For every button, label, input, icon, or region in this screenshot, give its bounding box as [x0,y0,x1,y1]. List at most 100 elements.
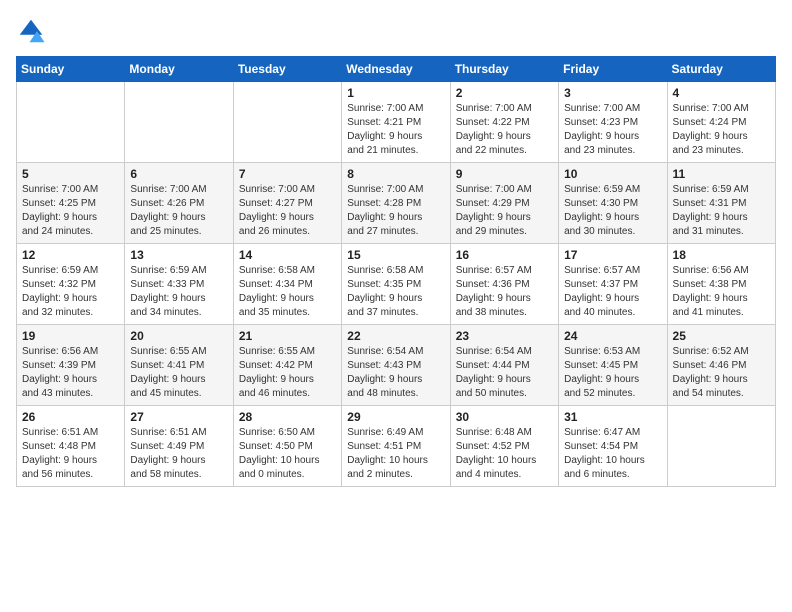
day-header-tuesday: Tuesday [233,57,341,82]
day-info: Sunrise: 7:00 AM Sunset: 4:23 PM Dayligh… [564,102,661,158]
day-info: Sunrise: 6:54 AM Sunset: 4:43 PM Dayligh… [347,345,444,401]
day-number: 23 [456,329,553,343]
day-header-friday: Friday [559,57,667,82]
day-info: Sunrise: 7:00 AM Sunset: 4:26 PM Dayligh… [130,183,227,239]
day-number: 11 [673,167,770,181]
logo-icon [16,16,46,46]
calendar-cell: 11 Sunrise: 6:59 AM Sunset: 4:31 PM Dayli… [667,163,775,244]
week-row-2: 5 Sunrise: 7:00 AM Sunset: 4:25 PM Daylig… [17,163,776,244]
calendar-cell: 4 Sunrise: 7:00 AM Sunset: 4:24 PM Daylig… [667,82,775,163]
day-number: 18 [673,248,770,262]
calendar-cell: 1 Sunrise: 7:00 AM Sunset: 4:21 PM Daylig… [342,82,450,163]
day-number: 22 [347,329,444,343]
day-info: Sunrise: 6:59 AM Sunset: 4:32 PM Dayligh… [22,264,119,320]
calendar-cell: 24Sunrise: 6:53 AM Sunset: 4:45 PM Dayli… [559,325,667,406]
logo [16,16,50,46]
day-number: 13 [130,248,227,262]
calendar-cell [667,406,775,487]
calendar-cell: 26 Sunrise: 6:51 AM Sunset: 4:48 PM Dayli… [17,406,125,487]
day-info: Sunrise: 7:00 AM Sunset: 4:22 PM Dayligh… [456,102,553,158]
day-info: Sunrise: 6:59 AM Sunset: 4:30 PM Dayligh… [564,183,661,239]
day-header-thursday: Thursday [450,57,558,82]
calendar-cell [125,82,233,163]
day-info: Sunrise: 6:51 AM Sunset: 4:48 PM Dayligh… [22,426,119,482]
week-row-3: 12 Sunrise: 6:59 AM Sunset: 4:32 PM Dayli… [17,244,776,325]
day-number: 19 [22,329,119,343]
day-number: 26 [22,410,119,424]
calendar-cell: 22 Sunrise: 6:54 AM Sunset: 4:43 PM Dayli… [342,325,450,406]
day-number: 30 [456,410,553,424]
day-number: 4 [673,86,770,100]
day-number: 5 [22,167,119,181]
day-number: 31 [564,410,661,424]
day-number: 2 [456,86,553,100]
calendar-cell: 16Sunrise: 6:57 AM Sunset: 4:36 PM Dayli… [450,244,558,325]
day-info: Sunrise: 6:57 AM Sunset: 4:37 PM Dayligh… [564,264,661,320]
calendar-cell: 27Sunrise: 6:51 AM Sunset: 4:49 PM Dayli… [125,406,233,487]
calendar-cell: 3 Sunrise: 7:00 AM Sunset: 4:23 PM Daylig… [559,82,667,163]
day-info: Sunrise: 6:51 AM Sunset: 4:49 PM Dayligh… [130,426,227,482]
day-number: 21 [239,329,336,343]
day-number: 6 [130,167,227,181]
day-info: Sunrise: 6:56 AM Sunset: 4:38 PM Dayligh… [673,264,770,320]
calendar: SundayMondayTuesdayWednesdayThursdayFrid… [16,56,776,487]
calendar-cell: 23 Sunrise: 6:54 AM Sunset: 4:44 PM Dayli… [450,325,558,406]
day-number: 7 [239,167,336,181]
week-row-5: 26 Sunrise: 6:51 AM Sunset: 4:48 PM Dayli… [17,406,776,487]
day-info: Sunrise: 7:00 AM Sunset: 4:21 PM Dayligh… [347,102,444,158]
calendar-header-row: SundayMondayTuesdayWednesdayThursdayFrid… [17,57,776,82]
calendar-cell: 28 Sunrise: 6:50 AM Sunset: 4:50 PM Dayli… [233,406,341,487]
day-number: 28 [239,410,336,424]
day-info: Sunrise: 6:57 AM Sunset: 4:36 PM Dayligh… [456,264,553,320]
day-number: 1 [347,86,444,100]
day-info: Sunrise: 6:58 AM Sunset: 4:34 PM Dayligh… [239,264,336,320]
calendar-cell: 30 Sunrise: 6:48 AM Sunset: 4:52 PM Dayli… [450,406,558,487]
week-row-1: 1 Sunrise: 7:00 AM Sunset: 4:21 PM Daylig… [17,82,776,163]
calendar-cell: 18 Sunrise: 6:56 AM Sunset: 4:38 PM Dayli… [667,244,775,325]
day-header-saturday: Saturday [667,57,775,82]
day-info: Sunrise: 6:55 AM Sunset: 4:41 PM Dayligh… [130,345,227,401]
day-info: Sunrise: 7:00 AM Sunset: 4:24 PM Dayligh… [673,102,770,158]
day-info: Sunrise: 6:52 AM Sunset: 4:46 PM Dayligh… [673,345,770,401]
week-row-4: 19Sunrise: 6:56 AM Sunset: 4:39 PM Dayli… [17,325,776,406]
calendar-cell: 7 Sunrise: 7:00 AM Sunset: 4:27 PM Daylig… [233,163,341,244]
day-info: Sunrise: 6:55 AM Sunset: 4:42 PM Dayligh… [239,345,336,401]
day-number: 8 [347,167,444,181]
day-info: Sunrise: 6:59 AM Sunset: 4:33 PM Dayligh… [130,264,227,320]
calendar-cell: 9 Sunrise: 7:00 AM Sunset: 4:29 PM Daylig… [450,163,558,244]
calendar-cell: 13 Sunrise: 6:59 AM Sunset: 4:33 PM Dayli… [125,244,233,325]
day-info: Sunrise: 6:48 AM Sunset: 4:52 PM Dayligh… [456,426,553,482]
day-header-monday: Monday [125,57,233,82]
day-number: 9 [456,167,553,181]
day-info: Sunrise: 6:49 AM Sunset: 4:51 PM Dayligh… [347,426,444,482]
day-info: Sunrise: 7:00 AM Sunset: 4:28 PM Dayligh… [347,183,444,239]
calendar-cell: 6 Sunrise: 7:00 AM Sunset: 4:26 PM Daylig… [125,163,233,244]
day-number: 15 [347,248,444,262]
calendar-cell: 19Sunrise: 6:56 AM Sunset: 4:39 PM Dayli… [17,325,125,406]
day-info: Sunrise: 6:59 AM Sunset: 4:31 PM Dayligh… [673,183,770,239]
calendar-cell: 12 Sunrise: 6:59 AM Sunset: 4:32 PM Dayli… [17,244,125,325]
day-number: 3 [564,86,661,100]
day-info: Sunrise: 6:53 AM Sunset: 4:45 PM Dayligh… [564,345,661,401]
day-info: Sunrise: 6:50 AM Sunset: 4:50 PM Dayligh… [239,426,336,482]
calendar-cell: 5 Sunrise: 7:00 AM Sunset: 4:25 PM Daylig… [17,163,125,244]
day-number: 12 [22,248,119,262]
day-info: Sunrise: 7:00 AM Sunset: 4:25 PM Dayligh… [22,183,119,239]
day-info: Sunrise: 7:00 AM Sunset: 4:29 PM Dayligh… [456,183,553,239]
calendar-cell: 25 Sunrise: 6:52 AM Sunset: 4:46 PM Dayli… [667,325,775,406]
calendar-cell: 10 Sunrise: 6:59 AM Sunset: 4:30 PM Dayli… [559,163,667,244]
calendar-cell: 29Sunrise: 6:49 AM Sunset: 4:51 PM Dayli… [342,406,450,487]
calendar-cell: 14Sunrise: 6:58 AM Sunset: 4:34 PM Dayli… [233,244,341,325]
day-number: 17 [564,248,661,262]
calendar-cell: 17 Sunrise: 6:57 AM Sunset: 4:37 PM Dayli… [559,244,667,325]
header [16,16,776,46]
day-number: 20 [130,329,227,343]
day-header-sunday: Sunday [17,57,125,82]
day-info: Sunrise: 6:58 AM Sunset: 4:35 PM Dayligh… [347,264,444,320]
day-number: 10 [564,167,661,181]
day-info: Sunrise: 7:00 AM Sunset: 4:27 PM Dayligh… [239,183,336,239]
calendar-cell: 15 Sunrise: 6:58 AM Sunset: 4:35 PM Dayli… [342,244,450,325]
day-info: Sunrise: 6:54 AM Sunset: 4:44 PM Dayligh… [456,345,553,401]
calendar-cell: 21 Sunrise: 6:55 AM Sunset: 4:42 PM Dayli… [233,325,341,406]
day-number: 25 [673,329,770,343]
